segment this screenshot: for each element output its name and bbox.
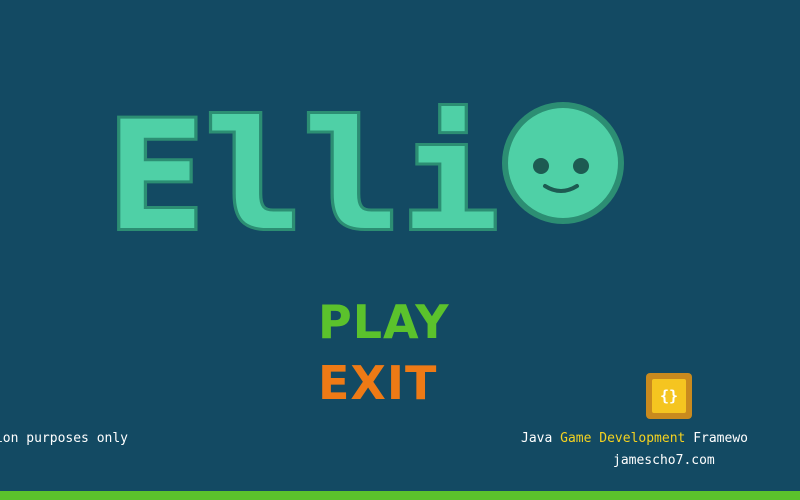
framework-credit-highlight: Game Development	[560, 431, 686, 446]
framework-credit-part1: Java	[521, 431, 561, 446]
website-url: jamescho7.com	[613, 453, 715, 468]
game-title: Elli	[107, 90, 499, 246]
framework-credit: Java Game Development Framewo	[521, 431, 748, 446]
game-screen: Elli PLAY EXIT nstration purposes only {…	[0, 0, 800, 500]
curly-braces-glyph: {}	[652, 379, 686, 413]
play-button[interactable]: PLAY	[318, 297, 450, 347]
disclaimer-text: nstration purposes only	[0, 431, 129, 446]
game-logo: Elli	[105, 86, 635, 246]
game-logo-art: Elli	[105, 87, 624, 246]
smiley-face-icon	[502, 102, 624, 224]
curly-braces-icon: {}	[646, 373, 692, 419]
framework-credit-part2: Framewo	[685, 431, 748, 446]
bottom-bar	[0, 491, 800, 500]
exit-button[interactable]: EXIT	[318, 358, 437, 408]
